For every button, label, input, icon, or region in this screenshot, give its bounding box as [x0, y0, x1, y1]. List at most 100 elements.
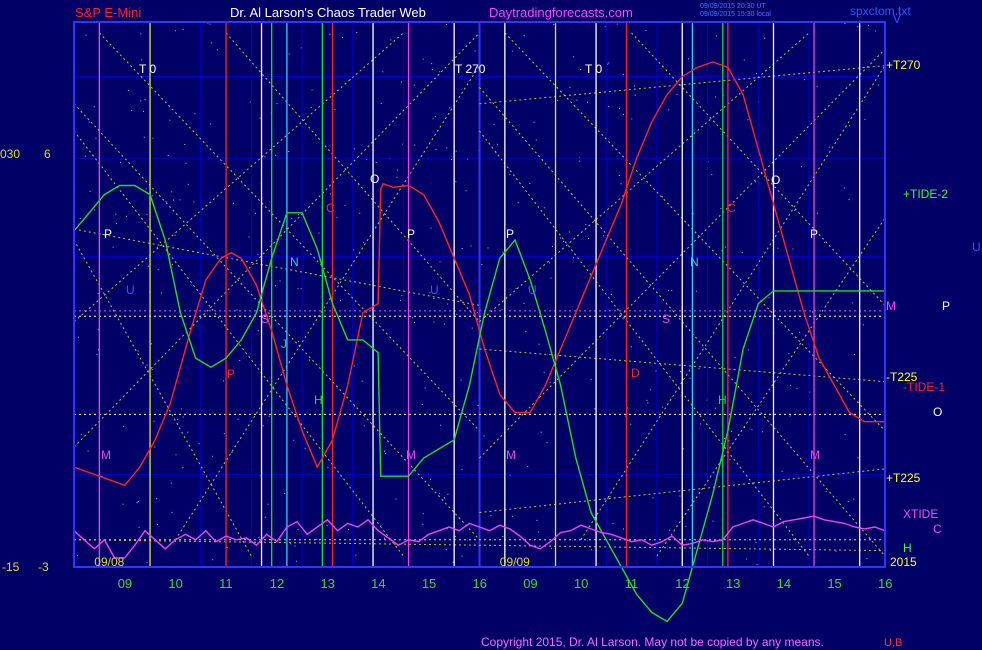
site-link[interactable]: Daytradingforecasts.com: [489, 5, 633, 20]
star: [174, 234, 176, 236]
star: [455, 150, 457, 152]
right-c: C: [933, 522, 942, 536]
star: [294, 545, 296, 547]
star: [275, 154, 277, 156]
star: [476, 312, 478, 314]
star: [587, 101, 588, 103]
star: [429, 478, 431, 480]
star: [471, 327, 473, 329]
x-tick-label: 09: [523, 576, 537, 591]
chart-annotation: P: [227, 367, 235, 381]
chart-annotation: C: [326, 201, 335, 215]
star: [862, 324, 864, 326]
star: [184, 144, 186, 145]
star: [447, 303, 449, 305]
star: [470, 245, 472, 247]
star: [572, 257, 574, 259]
chart-annotation: P: [407, 227, 415, 241]
x-tick-label: 11: [625, 576, 639, 591]
right-o: O: [933, 405, 943, 419]
star: [741, 252, 743, 254]
star: [173, 199, 174, 201]
star: [716, 35, 717, 37]
star: [825, 490, 827, 492]
star: [185, 162, 187, 164]
star: [210, 123, 211, 125]
star: [284, 492, 286, 494]
star: [153, 420, 155, 422]
star: [812, 311, 813, 313]
star: [156, 498, 158, 500]
star: [257, 253, 259, 255]
star: [700, 423, 702, 425]
star: [631, 118, 633, 120]
star: [255, 212, 256, 214]
star: [456, 313, 458, 315]
star: [788, 353, 790, 355]
star: [440, 424, 442, 426]
star: [424, 387, 426, 389]
footer-code: U,B: [884, 637, 903, 649]
star: [293, 439, 295, 441]
chart-annotation: N: [290, 255, 299, 269]
star: [527, 466, 529, 468]
star: [165, 200, 167, 202]
star: [594, 408, 596, 410]
star: [156, 246, 158, 248]
chart-annotation: N: [690, 255, 699, 269]
star: [329, 33, 331, 35]
star: [650, 389, 652, 391]
star: [276, 103, 278, 105]
star: [182, 416, 184, 418]
star: [209, 23, 211, 25]
star: [257, 330, 259, 332]
star: [93, 106, 95, 108]
left-upper-a: 030: [0, 147, 21, 161]
star: [477, 405, 479, 406]
star: [512, 50, 514, 52]
star: [755, 541, 757, 543]
star: [612, 522, 614, 524]
star: [509, 174, 511, 176]
star: [804, 79, 806, 81]
star: [445, 24, 447, 25]
star: [264, 156, 266, 158]
chart-annotation: M: [406, 448, 416, 462]
star: [157, 269, 159, 271]
star: [422, 58, 424, 60]
x-tick-label: 16: [473, 576, 487, 591]
star: [177, 419, 179, 420]
right-m: M: [886, 299, 896, 313]
star: [652, 497, 654, 499]
star: [112, 246, 114, 248]
star: [517, 202, 519, 204]
star: [669, 529, 671, 531]
star: [816, 212, 818, 214]
star: [619, 108, 620, 110]
star: [857, 26, 859, 28]
star: [777, 247, 779, 249]
star: [493, 123, 495, 125]
star: [297, 288, 299, 290]
star: [553, 23, 555, 25]
star: [180, 408, 182, 410]
star: [140, 100, 142, 102]
chart-annotation: S: [261, 312, 269, 326]
star: [361, 380, 363, 382]
star: [551, 547, 553, 549]
star: [151, 195, 153, 197]
star: [334, 108, 336, 110]
star: [523, 35, 525, 37]
star: [796, 388, 798, 390]
star: [94, 209, 96, 211]
star: [259, 117, 261, 119]
star: [689, 377, 691, 379]
star: [151, 369, 153, 371]
star: [604, 26, 606, 28]
star: [421, 404, 423, 405]
chart-annotation: U: [126, 283, 135, 297]
star: [385, 453, 386, 454]
star: [126, 215, 127, 217]
star: [434, 115, 436, 117]
star: [645, 30, 647, 31]
